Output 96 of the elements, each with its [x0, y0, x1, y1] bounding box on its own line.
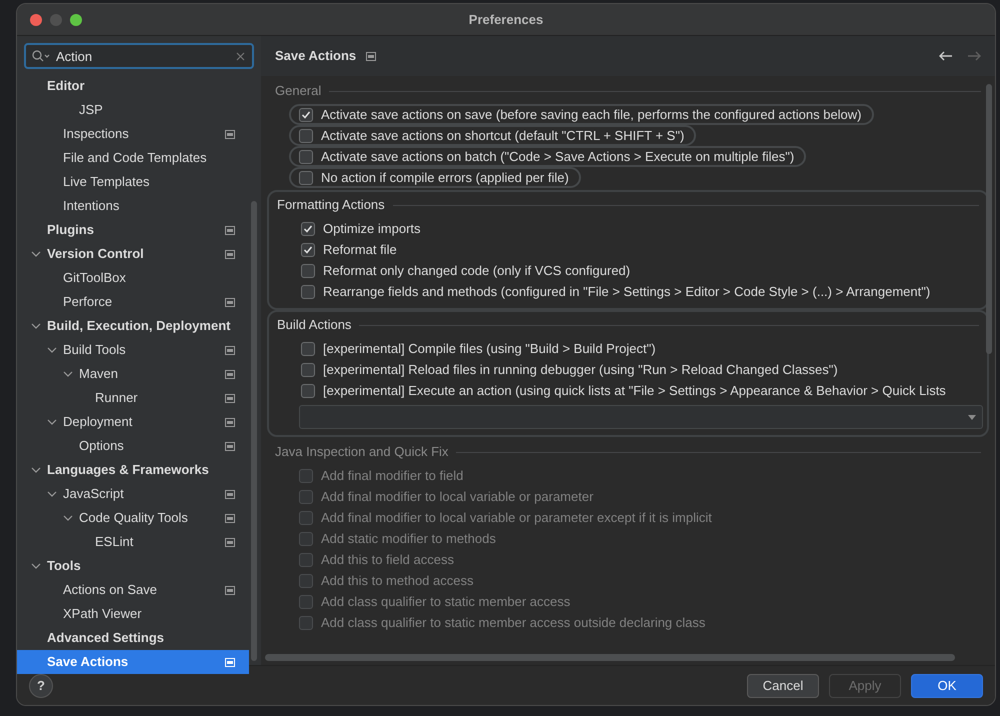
checkbox[interactable] — [301, 384, 315, 398]
checkbox[interactable] — [299, 108, 313, 122]
close-icon[interactable] — [30, 14, 42, 26]
minimize-icon[interactable] — [50, 14, 62, 26]
checkmark-icon — [301, 110, 311, 120]
tree-item[interactable]: Live Templates — [17, 170, 249, 194]
section-title: Build Actions — [277, 316, 352, 334]
project-level-icon — [225, 370, 235, 378]
page-title: Save Actions — [275, 47, 356, 66]
tree-item[interactable]: GitToolBox — [17, 266, 249, 290]
dropdown-caret-icon — [968, 414, 976, 420]
checkbox-option[interactable]: Reformat only changed code (only if VCS configured) — [299, 260, 640, 281]
chevron-icon[interactable] — [31, 561, 41, 571]
checkbox[interactable] — [301, 342, 315, 356]
checkbox-option[interactable]: [experimental] Reload files in running debugger (using "Run > Reload Changed Classes") — [299, 359, 848, 380]
tree-item[interactable]: Build, Execution, Deployment — [17, 314, 249, 338]
tree-item[interactable]: Version Control — [17, 242, 249, 266]
tree-item[interactable]: Languages & Frameworks — [17, 458, 249, 482]
checkbox-option[interactable]: Rearrange fields and methods (configured in "File > Settings > Editor > Code Style > (...) > Arrangement") — [299, 281, 940, 302]
checkbox-option[interactable]: Activate save actions on shortcut (default "CTRL + SHIFT + S") — [289, 125, 696, 146]
checkbox[interactable] — [299, 128, 313, 142]
search-icon — [32, 50, 50, 62]
project-level-icon — [225, 394, 235, 402]
back-arrow-icon[interactable] — [939, 51, 953, 61]
tree-item[interactable]: JSP — [17, 98, 249, 122]
tree-item[interactable]: Code Quality Tools — [17, 506, 249, 530]
dropdown[interactable] — [299, 405, 983, 429]
checkbox-option[interactable]: [experimental] Compile files (using "Build > Build Project") — [299, 338, 666, 359]
chevron-icon[interactable] — [31, 321, 41, 331]
clear-icon[interactable] — [236, 52, 245, 61]
project-level-icon — [225, 130, 235, 138]
chevron-icon[interactable] — [47, 489, 57, 499]
checkbox[interactable] — [301, 264, 315, 278]
project-level-icon — [225, 298, 235, 306]
project-level-icon — [225, 418, 235, 426]
project-level-icon — [225, 490, 235, 498]
project-level-icon — [225, 442, 235, 450]
tree-item[interactable]: XPath Viewer — [17, 602, 249, 626]
section-title: Java Inspection and Quick Fix — [275, 443, 448, 462]
tree-item[interactable]: Maven — [17, 362, 249, 386]
checkmark-icon — [303, 244, 313, 254]
forward-arrow-icon[interactable] — [967, 51, 981, 61]
project-level-icon — [366, 52, 376, 60]
section-title: Formatting Actions — [277, 196, 385, 214]
checkbox-option[interactable]: [experimental] Execute an action (using quick lists at "File > Settings > Appearance & Behavior > Quick Lists — [299, 380, 956, 401]
chevron-icon[interactable] — [63, 513, 73, 523]
tree-item[interactable]: Tools — [17, 554, 249, 578]
tree-item[interactable]: Perforce — [17, 290, 249, 314]
chevron-icon[interactable] — [63, 369, 73, 379]
tree-item[interactable]: Runner — [17, 386, 249, 410]
tree-item[interactable]: File and Code Templates — [17, 146, 249, 170]
tree-item[interactable]: Actions on Save — [17, 578, 249, 602]
tree-item[interactable]: Options — [17, 434, 249, 458]
checkbox-option[interactable]: Reformat file — [299, 239, 407, 260]
scrollbar[interactable] — [265, 654, 955, 661]
project-level-icon — [225, 514, 235, 522]
chevron-icon[interactable] — [47, 417, 57, 427]
checkbox[interactable] — [301, 222, 315, 236]
checkbox[interactable] — [299, 170, 313, 184]
dialog-button[interactable]: OK — [911, 674, 983, 698]
tree-item[interactable]: Plugins — [17, 218, 249, 242]
dialog-button[interactable]: Cancel — [747, 674, 819, 698]
checkbox[interactable] — [301, 362, 315, 376]
checkbox[interactable] — [301, 284, 315, 298]
project-level-icon — [225, 658, 235, 666]
tree-item[interactable]: Save Actions — [17, 650, 249, 674]
tree-item[interactable]: Deployment — [17, 410, 249, 434]
checkbox-option[interactable]: Optimize imports — [299, 218, 431, 239]
tree-item[interactable]: Intentions — [17, 194, 249, 218]
project-level-icon — [225, 586, 235, 594]
maximize-icon[interactable] — [70, 14, 82, 26]
scrollbar[interactable] — [251, 201, 257, 661]
checkbox[interactable] — [299, 150, 313, 164]
checkbox-option[interactable]: Activate save actions on save (before saving each file, performs the configured actions below) — [289, 104, 874, 125]
search-field[interactable]: Action — [24, 43, 254, 69]
checkmark-icon — [303, 224, 313, 234]
project-level-icon — [225, 538, 235, 546]
checkbox[interactable] — [301, 242, 315, 256]
tree-item[interactable]: Advanced Settings — [17, 626, 249, 650]
chevron-icon[interactable] — [31, 465, 41, 475]
project-level-icon — [225, 346, 235, 354]
section-title: General — [275, 82, 322, 100]
tree-item[interactable]: Build Tools — [17, 338, 249, 362]
project-level-icon — [225, 250, 235, 258]
chevron-icon[interactable] — [31, 249, 41, 259]
checkbox-option[interactable]: Activate save actions on batch ("Code > Save Actions > Execute on multiple files") — [289, 146, 806, 167]
tree-item[interactable]: ESLint — [17, 530, 249, 554]
window-title: Preferences — [468, 10, 544, 29]
project-level-icon — [225, 226, 235, 234]
chevron-icon[interactable] — [47, 345, 57, 355]
tree-item[interactable]: JavaScript — [17, 482, 249, 506]
checkbox-option[interactable]: No action if compile errors (applied per file) — [289, 167, 581, 188]
tree-item[interactable]: Inspections — [17, 122, 249, 146]
tree-item[interactable]: Editor — [17, 74, 249, 98]
help-button[interactable]: ? — [29, 674, 53, 698]
scrollbar[interactable] — [986, 84, 992, 354]
